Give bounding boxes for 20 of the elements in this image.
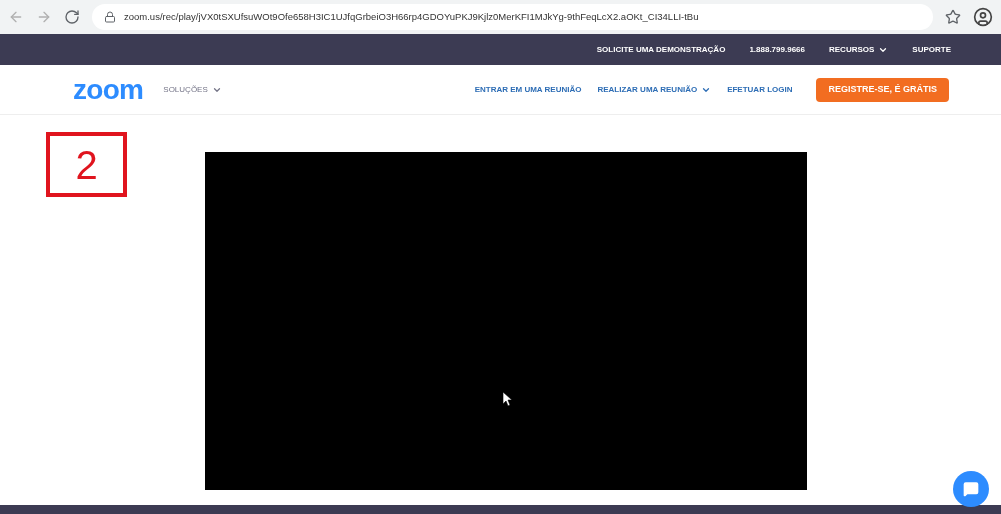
annotation-number: 2 [75, 144, 98, 185]
lock-icon [104, 11, 116, 23]
profile-icon[interactable] [973, 7, 993, 27]
header-link[interactable]: ENTRAR EM UMA REUNIÃO [474, 83, 582, 96]
solutions-menu[interactable]: SOLUÇÕES [163, 83, 222, 96]
reload-icon[interactable] [64, 9, 80, 25]
chat-icon [963, 481, 979, 497]
zoom-logo[interactable]: zoom [73, 75, 144, 104]
mouse-cursor-icon [503, 392, 513, 407]
bookmark-star-icon[interactable] [945, 9, 961, 25]
top-bar-link[interactable]: SUPORTE [912, 43, 951, 56]
chat-button[interactable] [953, 471, 989, 507]
header-link[interactable]: EFETUAR LOGIN [727, 83, 793, 96]
top-bar-link[interactable]: SOLICITE UMA DEMONSTRAÇÃO [596, 43, 726, 56]
url-text: zoom.us/rec/play/jVX0tSXUfsuWOt9Ofe658H3IC1UJfqGrbeiO3H66rp4GDOYuPKJ9Kjlz0MerKFI1MJkYg-9thFeqLcX2.aOKt_CI34LLI-tBu [124, 9, 699, 24]
header-link[interactable]: REALIZAR UMA REUNIÃO [597, 83, 712, 96]
address-bar[interactable]: zoom.us/rec/play/jVX0tSXUfsuWOt9Ofe658H3IC1UJfqGrbeiO3H66rp4GDOYuPKJ9Kjlz0MerKFI1MJkYg-9thFeqLcX2.aOKt_CI34LLI-tBu [92, 4, 933, 30]
signup-button[interactable]: REGISTRE-SE, É GRÁTIS [816, 77, 949, 102]
top-bar-link[interactable]: 1.888.799.9666 [749, 43, 805, 56]
top-bar-link[interactable]: RECURSOS [829, 43, 889, 56]
